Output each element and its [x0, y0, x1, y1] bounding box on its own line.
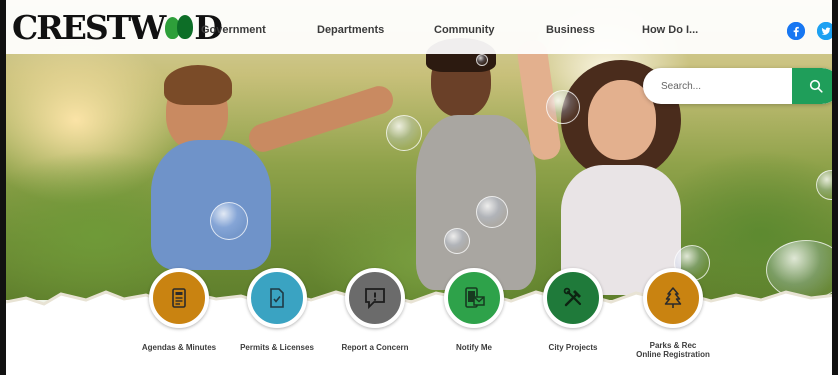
quick-link-label: City Projects: [548, 343, 598, 352]
checklist-icon: [247, 268, 307, 328]
quick-link-label-multiline: Parks & Rec Online Registration: [630, 341, 716, 359]
page-frame: CRESTW D Government Departments Communit…: [0, 0, 838, 375]
document-icon: [149, 268, 209, 328]
quick-link-label: Notify Me: [456, 343, 492, 352]
quick-link-label: Agendas & Minutes: [141, 343, 217, 352]
quick-link-label-line1: Parks & Rec: [649, 341, 697, 350]
phone-mail-icon: [444, 268, 504, 328]
tree-icon: [643, 268, 703, 328]
quick-links: Agendas & Minutes Permits & Licenses Rep…: [6, 0, 832, 375]
speech-bubble-alert-icon: [345, 268, 405, 328]
tools-icon: [543, 268, 603, 328]
quick-link-label: Report a Concern: [341, 343, 409, 352]
quick-link-label-line2: Online Registration: [636, 350, 710, 360]
quick-link-label: Permits & Licenses: [240, 343, 314, 352]
